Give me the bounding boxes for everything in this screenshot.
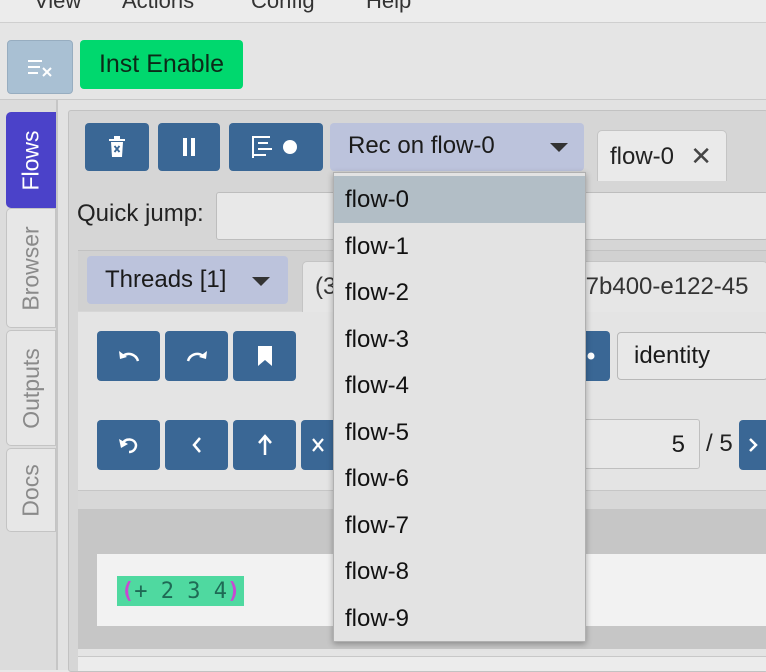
tab-docs[interactable]: Docs [6,448,56,532]
tab-browser-label: Browser [17,225,44,311]
bookmark-icon [257,346,272,366]
menu-actions[interactable]: Actions [122,0,194,14]
redo-button[interactable] [165,331,228,381]
dropdown-option-label: flow-1 [345,232,410,260]
flow-tab-label: flow-0 [610,143,675,170]
step-back-button[interactable] [97,420,160,470]
step-up-button[interactable] [233,420,296,470]
step-over-button[interactable] [301,420,335,470]
dropdown-option-flow-9[interactable]: flow-9 [334,595,585,642]
menu-config[interactable]: Config [251,0,315,14]
quick-jump-label: Quick jump: [77,200,204,227]
record-timeline-button[interactable] [229,123,323,171]
tab-flow-0[interactable]: flow-0 ✕ [597,130,727,181]
dropdown-option-flow-5[interactable]: flow-5 [334,409,585,456]
timeline-record-icon [252,136,297,158]
trash-icon [109,136,125,157]
clear-list-button[interactable] [7,40,73,94]
undo-button[interactable] [97,331,160,381]
dropdown-option-flow-1[interactable]: flow-1 [334,223,585,270]
step-icon [312,438,324,452]
step-number-value: 5 [671,431,685,458]
inst-enable-button[interactable]: Inst Enable [80,40,243,89]
menu-bar: View Actions Config Help [0,0,766,23]
dropdown-option-label: flow-5 [345,418,410,446]
dropdown-option-label: flow-4 [345,372,410,399]
dropdown-option-label: flow-2 [345,279,410,306]
step-total: / 5 [706,430,733,457]
tab-flows-label: Flows [17,129,44,191]
tab-flows[interactable]: Flows [6,112,56,208]
next-step-button[interactable] [739,420,766,470]
chevron-right-icon [748,438,758,452]
bottom-strip [78,656,766,671]
flow-dropdown-list: flow-0 flow-1 flow-2 flow-3 flow-4 flow-… [333,172,586,642]
dropdown-option-label: flow-7 [345,511,410,539]
tab-outputs[interactable]: Outputs [6,330,56,446]
redo-icon [186,351,207,362]
dot-icon [587,352,595,360]
tab-browser[interactable]: Browser [6,208,56,328]
close-icon[interactable]: ✕ [690,141,712,172]
tab-docs-label: Docs [17,463,44,517]
chevron-down-icon [550,143,568,152]
menu-view[interactable]: View [34,0,81,14]
thread-tab-id-end: f7b400-e122-45 [579,273,749,300]
record-flow-select[interactable]: Rec on flow-0 [330,123,584,171]
dropdown-option-label: flow-6 [345,465,410,492]
dropdown-option-flow-3[interactable]: flow-3 [334,316,585,363]
bookmark-button[interactable] [233,331,296,381]
dropdown-option-flow-4[interactable]: flow-4 [334,362,585,409]
prev-step-button[interactable] [165,420,228,470]
dropdown-option-label: flow-8 [345,558,410,585]
identity-select-value: identity [634,342,711,369]
rotate-back-icon [118,438,137,454]
dropdown-option-flow-6[interactable]: flow-6 [334,455,585,502]
chevron-left-icon [191,437,201,453]
expression-body: + 2 3 4 [134,578,227,604]
expression-close-paren: ) [226,578,241,604]
pause-icon [183,138,195,156]
identity-select[interactable]: identity [617,332,766,380]
expression-form[interactable]: ( + 2 3 4 ) [117,576,245,606]
clear-list-icon [28,60,52,77]
dropdown-option-label: flow-3 [345,325,410,353]
dropdown-option-flow-8[interactable]: flow-8 [334,548,585,595]
delete-flow-button[interactable] [85,123,149,171]
chevron-down-icon [252,277,270,286]
threads-select[interactable]: Threads [1] [87,256,288,304]
dropdown-option-flow-7[interactable]: flow-7 [334,502,585,549]
sidebar: Flows Browser Outputs Docs [0,100,58,670]
threads-select-label: Threads [1] [105,266,227,293]
pause-button[interactable] [158,123,220,171]
undo-icon [118,351,139,362]
dropdown-option-label: flow-0 [345,186,410,213]
record-flow-select-label: Rec on flow-0 [348,132,495,159]
menu-help[interactable]: Help [366,0,411,14]
dropdown-option-flow-2[interactable]: flow-2 [334,269,585,316]
tab-outputs-label: Outputs [17,347,44,429]
step-number-input[interactable]: 5 [570,419,700,469]
dropdown-option-label: flow-9 [345,604,410,632]
dropdown-option-flow-0[interactable]: flow-0 [334,176,585,223]
expression-open-paren: ( [121,578,135,604]
arrow-up-icon [257,434,272,455]
